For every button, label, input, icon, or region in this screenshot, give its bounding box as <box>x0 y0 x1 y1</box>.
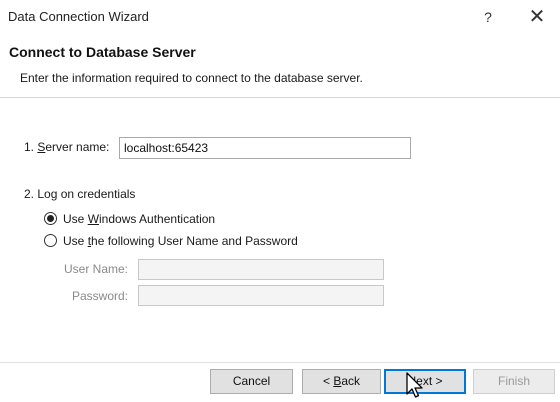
finish-button: Finish <box>473 369 555 394</box>
data-connection-wizard-dialog: Data Connection Wizard ? ✕ Connect to Da… <box>0 0 560 402</box>
password-label: Password: <box>71 289 128 303</box>
back-button[interactable]: < Back <box>302 369 381 394</box>
password-field <box>138 285 384 306</box>
help-button[interactable]: ? <box>475 4 501 30</box>
username-label: User Name: <box>63 262 128 276</box>
window-title: Data Connection Wizard <box>8 9 149 24</box>
server-name-label: 1. Server name: <box>24 140 110 154</box>
sql-auth-radio[interactable] <box>44 234 57 247</box>
title-bar: Data Connection Wizard ? ✕ <box>0 0 560 34</box>
header-divider <box>0 97 560 98</box>
cancel-button[interactable]: Cancel <box>210 369 293 394</box>
sql-auth-label[interactable]: Use the following User Name and Password <box>63 234 298 248</box>
server-name-input[interactable] <box>119 137 411 159</box>
windows-auth-label[interactable]: Use Windows Authentication <box>63 212 215 226</box>
page-title: Connect to Database Server <box>9 44 196 60</box>
mouse-pointer-icon <box>406 372 423 398</box>
close-button[interactable]: ✕ <box>522 2 552 32</box>
page-subtitle: Enter the information required to connec… <box>20 71 363 85</box>
credentials-section-label: 2. Log on credentials <box>24 187 136 201</box>
footer-divider <box>0 362 560 363</box>
windows-auth-radio[interactable] <box>44 212 57 225</box>
next-button[interactable]: Next > <box>384 369 466 394</box>
username-field <box>138 259 384 280</box>
